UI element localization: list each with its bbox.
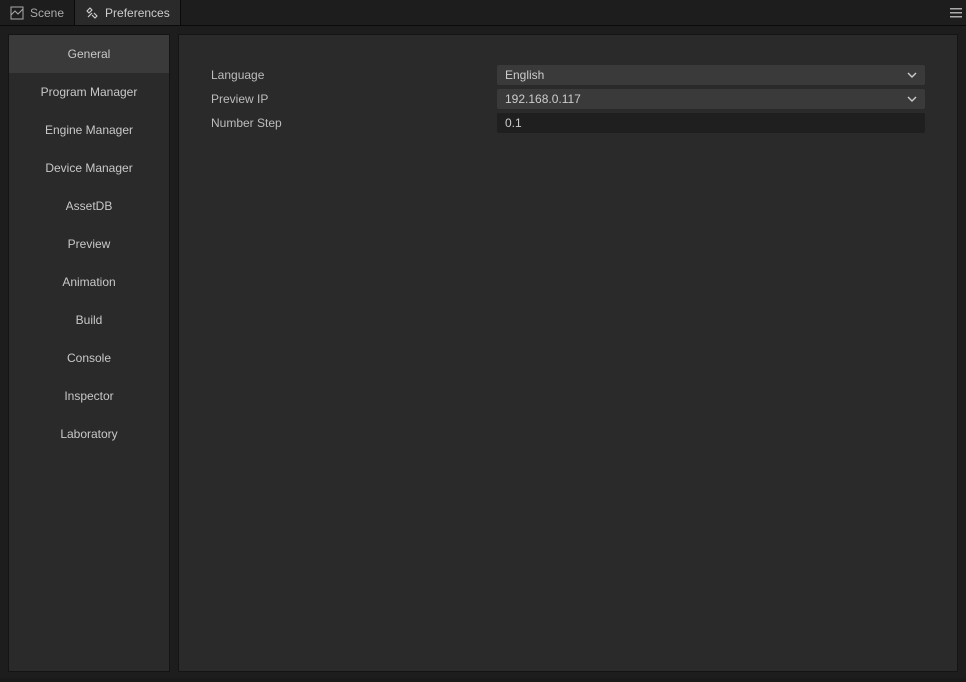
- preview-ip-value: 192.168.0.117: [505, 92, 581, 106]
- sidebar-item-label: Engine Manager: [45, 123, 133, 137]
- language-label: Language: [211, 68, 497, 82]
- sidebar-item-label: Preview: [68, 237, 111, 251]
- sidebar-item-assetdb[interactable]: AssetDB: [9, 187, 169, 225]
- sidebar-item-label: AssetDB: [66, 199, 113, 213]
- sidebar-item-animation[interactable]: Animation: [9, 263, 169, 301]
- main-panel: Language English Preview IP 192.168.0.11…: [178, 34, 958, 672]
- sidebar-item-device-manager[interactable]: Device Manager: [9, 149, 169, 187]
- sidebar-item-laboratory[interactable]: Laboratory: [9, 415, 169, 453]
- sidebar-item-label: Build: [76, 313, 103, 327]
- sidebar-item-console[interactable]: Console: [9, 339, 169, 377]
- sidebar-item-build[interactable]: Build: [9, 301, 169, 339]
- sidebar: General Program Manager Engine Manager D…: [8, 34, 170, 672]
- language-select[interactable]: English: [497, 65, 925, 85]
- sidebar-item-program-manager[interactable]: Program Manager: [9, 73, 169, 111]
- chevron-down-icon: [907, 72, 917, 78]
- tools-icon: [85, 6, 99, 20]
- sidebar-item-engine-manager[interactable]: Engine Manager: [9, 111, 169, 149]
- sidebar-item-label: Animation: [62, 275, 115, 289]
- chevron-down-icon: [907, 96, 917, 102]
- tab-preferences-label: Preferences: [105, 6, 170, 20]
- preview-ip-select[interactable]: 192.168.0.117: [497, 89, 925, 109]
- number-step-input[interactable]: 0.1: [497, 113, 925, 133]
- scene-icon: [10, 6, 24, 20]
- sidebar-item-label: Program Manager: [41, 85, 138, 99]
- number-step-value: 0.1: [505, 116, 522, 130]
- preview-ip-label: Preview IP: [211, 92, 497, 106]
- sidebar-item-label: Laboratory: [60, 427, 117, 441]
- sidebar-item-label: Console: [67, 351, 111, 365]
- tab-scene-label: Scene: [30, 6, 64, 20]
- sidebar-item-label: General: [68, 47, 111, 61]
- bottom-strip: [0, 678, 966, 682]
- tab-scene[interactable]: Scene: [0, 0, 75, 25]
- number-step-label: Number Step: [211, 116, 497, 130]
- sidebar-item-general[interactable]: General: [9, 35, 169, 73]
- sidebar-item-label: Inspector: [64, 389, 113, 403]
- tab-preferences[interactable]: Preferences: [75, 0, 181, 25]
- hamburger-menu-button[interactable]: [946, 0, 966, 25]
- sidebar-item-label: Device Manager: [45, 161, 132, 175]
- language-value: English: [505, 68, 544, 82]
- sidebar-item-inspector[interactable]: Inspector: [9, 377, 169, 415]
- tabs-bar: Scene Preferences: [0, 0, 966, 26]
- hamburger-icon: [950, 8, 962, 18]
- sidebar-item-preview[interactable]: Preview: [9, 225, 169, 263]
